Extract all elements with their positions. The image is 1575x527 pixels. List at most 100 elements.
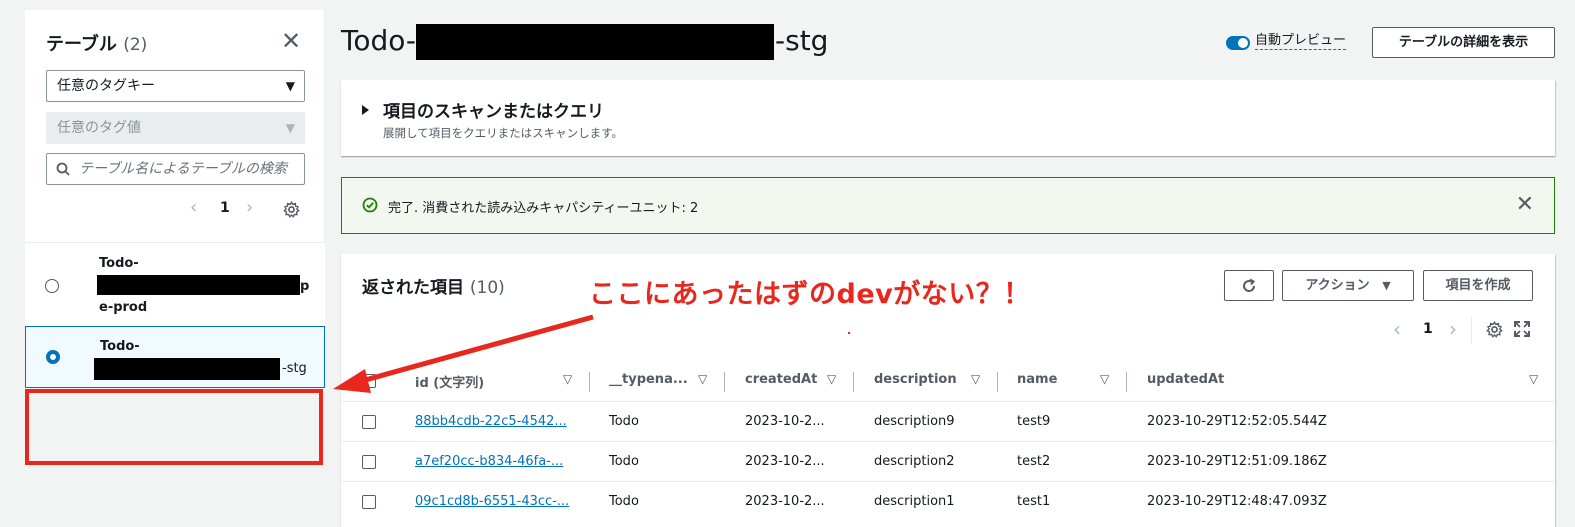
- row-updatedat: 2023-10-29T12:48:47.093Z: [1147, 494, 1327, 509]
- row-description: description1: [874, 494, 955, 509]
- table-row[interactable]: a7ef20cc-b834-46fa-... Todo 2023-10-2...…: [341, 441, 1555, 481]
- tag-value-select: 任意のタグ値 ▼: [46, 112, 305, 144]
- row-updatedat: 2023-10-29T12:52:05.544Z: [1147, 414, 1327, 429]
- column-header-label: name: [1017, 372, 1058, 387]
- table-radio[interactable]: [45, 279, 59, 293]
- gear-icon[interactable]: [283, 201, 300, 218]
- scan-query-title[interactable]: 項目のスキャンまたはクエリ: [383, 97, 604, 122]
- column-divider[interactable]: [853, 372, 854, 392]
- table-name-suffix: -stg: [282, 361, 307, 376]
- check-circle-icon: [362, 197, 378, 213]
- table-row[interactable]: 88bb4cdb-22c5-4542... Todo 2023-10-2... …: [341, 401, 1555, 441]
- tag-key-select[interactable]: 任意のタグキー ▼: [46, 70, 305, 102]
- table-name-line1: Todo-: [100, 339, 140, 354]
- row-id-link[interactable]: a7ef20cc-b834-46fa-...: [415, 454, 563, 469]
- row-checkbox[interactable]: [362, 495, 376, 509]
- auto-preview-label[interactable]: 自動プレビュー: [1255, 33, 1347, 50]
- annotation-dot: [848, 332, 850, 334]
- column-header-name[interactable]: name: [1017, 372, 1057, 387]
- fullscreen-icon[interactable]: [1514, 321, 1530, 337]
- tag-key-select-value: 任意のタグキー: [57, 78, 155, 94]
- alert-message: 完了. 消費された読み込みキャパシティーユニット: 2: [388, 201, 699, 216]
- row-checkbox[interactable]: [362, 455, 376, 469]
- column-header-id[interactable]: id (文字列): [415, 372, 484, 391]
- chevron-right-icon[interactable]: ›: [1449, 317, 1457, 341]
- row-createdat: 2023-10-2...: [745, 494, 825, 509]
- sort-icon[interactable]: ▽: [563, 372, 572, 386]
- chevron-left-icon[interactable]: ‹: [190, 197, 197, 218]
- column-divider[interactable]: [997, 372, 998, 392]
- column-divider[interactable]: [724, 372, 725, 392]
- row-id-link[interactable]: 09c1cd8b-6551-43cc-...: [415, 494, 569, 509]
- column-header-label: updatedAt: [1147, 372, 1225, 387]
- row-description: description9: [874, 414, 955, 429]
- column-divider[interactable]: [1126, 372, 1127, 392]
- column-header-label: __typena...: [609, 372, 688, 387]
- row-name: test9: [1017, 414, 1051, 429]
- returned-items-title: 返された項目 (10): [362, 273, 505, 298]
- tag-value-select-value: 任意のタグ値: [57, 120, 141, 136]
- caret-down-icon: ▼: [285, 79, 295, 93]
- chevron-left-icon[interactable]: ‹: [1393, 317, 1401, 341]
- search-icon: [56, 162, 70, 176]
- table-search-input[interactable]: テーブル名によるテーブルの検索: [46, 153, 305, 185]
- page-title: Todo-: [341, 22, 416, 60]
- row-typename: Todo: [609, 414, 639, 429]
- table-row[interactable]: 09c1cd8b-6551-43cc-... Todo 2023-10-2...…: [341, 481, 1555, 521]
- page-number[interactable]: 1: [220, 200, 230, 216]
- column-divider[interactable]: [589, 372, 590, 392]
- actions-button[interactable]: アクション ▼: [1282, 270, 1414, 301]
- caret-down-icon: ▼: [1382, 279, 1391, 292]
- tables-panel-header: テーブル (2) ✕ 任意のタグキー ▼ 任意のタグ値 ▼ テーブル名によるテー…: [25, 10, 325, 242]
- close-icon[interactable]: ✕: [1516, 192, 1534, 217]
- row-id-link[interactable]: 88bb4cdb-22c5-4542...: [415, 414, 567, 429]
- auto-preview-toggle[interactable]: [1226, 36, 1250, 50]
- select-all-checkbox[interactable]: [362, 374, 376, 388]
- column-header-createdat[interactable]: createdAt: [745, 372, 817, 387]
- table-name-line1: Todo-: [99, 256, 139, 271]
- panel-title-text: テーブル: [46, 34, 117, 55]
- sort-icon[interactable]: ▽: [827, 372, 836, 386]
- sort-icon[interactable]: ▽: [1529, 372, 1538, 386]
- table-list-item[interactable]: Todo- p e-prod: [25, 242, 325, 326]
- title-suffix: -stg: [775, 24, 829, 57]
- column-header-updatedat[interactable]: updatedAt: [1147, 372, 1224, 387]
- items-page-number[interactable]: 1: [1423, 321, 1433, 337]
- column-header-description[interactable]: description: [874, 372, 957, 387]
- returned-items-count: (10): [469, 278, 505, 298]
- refresh-button[interactable]: [1224, 270, 1274, 301]
- column-header-label: id (文字列): [415, 376, 485, 391]
- panel-title: テーブル (2): [46, 30, 147, 56]
- row-description: description2: [874, 454, 955, 469]
- table-name-suffix: p: [300, 279, 310, 294]
- sort-icon[interactable]: ▽: [971, 372, 980, 386]
- scan-query-description: 展開して項目をクエリまたはスキャンします。: [383, 126, 624, 140]
- returned-items-title-text: 返された項目: [362, 278, 464, 298]
- redacted-block: [94, 358, 280, 380]
- row-typename: Todo: [609, 454, 639, 469]
- chevron-right-icon[interactable]: ›: [246, 197, 253, 218]
- table-name-line3: e-prod: [99, 300, 148, 315]
- table-radio-selected[interactable]: [46, 350, 60, 364]
- actions-button-label: アクション: [1305, 278, 1370, 293]
- redacted-block: [97, 275, 300, 295]
- divider: [1471, 316, 1472, 344]
- caret-right-icon[interactable]: [362, 105, 369, 115]
- row-createdat: 2023-10-2...: [745, 414, 825, 429]
- row-createdat: 2023-10-2...: [745, 454, 825, 469]
- row-updatedat: 2023-10-29T12:51:09.186Z: [1147, 454, 1327, 469]
- row-typename: Todo: [609, 494, 639, 509]
- sort-icon[interactable]: ▽: [698, 372, 707, 386]
- gear-icon[interactable]: [1486, 321, 1503, 338]
- annotation-text: ここにあったはずのdevがない？！: [589, 279, 1031, 310]
- create-item-button[interactable]: 項目を作成: [1423, 270, 1533, 301]
- sort-icon[interactable]: ▽: [1100, 372, 1109, 386]
- search-placeholder: テーブル名によるテーブルの検索: [79, 161, 287, 177]
- table-list-item-selected[interactable]: Todo- -stg: [25, 326, 325, 388]
- column-header-label: description: [874, 372, 957, 387]
- table-count: (2): [123, 35, 148, 55]
- row-checkbox[interactable]: [362, 415, 376, 429]
- column-header-typename[interactable]: __typena...: [609, 372, 688, 387]
- close-icon[interactable]: ✕: [280, 29, 302, 53]
- view-table-details-button[interactable]: テーブルの詳細を表示: [1372, 27, 1555, 58]
